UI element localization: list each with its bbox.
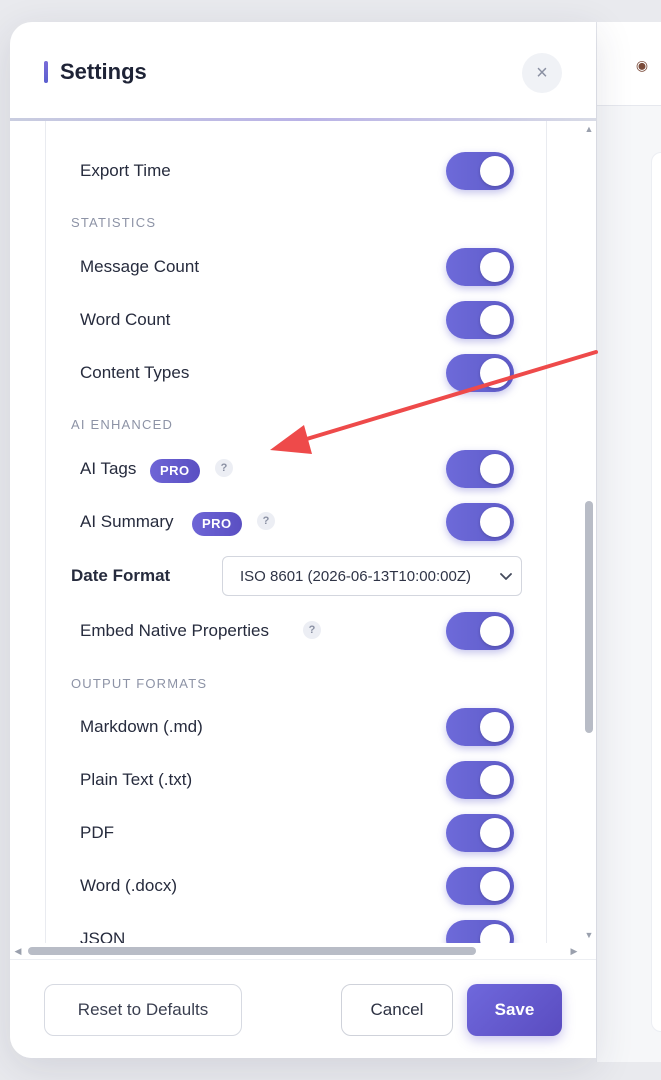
toggle-knob [480, 252, 510, 282]
save-button[interactable]: Save [467, 984, 562, 1036]
markdown-toggle[interactable] [446, 708, 514, 746]
section-header-output-formats: OUTPUT FORMATS [71, 676, 208, 691]
section-header-ai-enhanced: AI ENHANCED [71, 417, 174, 432]
horizontal-scroll-thumb[interactable] [28, 947, 476, 955]
scroll-left-arrow-icon[interactable]: ◀ [13, 946, 23, 956]
toggle-knob [480, 712, 510, 742]
setting-row-ai-summary: AI Summary PRO ? [46, 502, 548, 542]
vertical-scrollbar[interactable]: ▲ ▼ [582, 121, 596, 943]
setting-label: AI Summary [80, 512, 174, 531]
setting-row-json: JSON [46, 919, 548, 943]
pdf-toggle[interactable] [446, 814, 514, 852]
message-count-toggle[interactable] [446, 248, 514, 286]
ai-summary-toggle[interactable] [446, 503, 514, 541]
date-format-value: ISO 8601 (2026-06-13T10:00:00Z) [240, 568, 471, 585]
title-accent-bar [44, 61, 48, 83]
modal-footer: Reset to Defaults Cancel Save [10, 959, 596, 1058]
setting-row-content-types: Content Types [46, 353, 548, 393]
toggle-knob [480, 765, 510, 795]
setting-row-word: Word (.docx) [46, 866, 548, 906]
date-format-select[interactable]: ISO 8601 (2026-06-13T10:00:00Z) [222, 556, 522, 596]
setting-label: Word Count [80, 310, 171, 329]
settings-scroll-area[interactable]: Export Time STATISTICS Message Count Wor… [10, 121, 596, 943]
setting-label: Export Time [80, 161, 171, 180]
toggle-knob [480, 358, 510, 388]
setting-label: Content Types [80, 363, 190, 382]
toggle-knob [480, 616, 510, 646]
setting-label: JSON [80, 929, 126, 943]
setting-label: Plain Text (.txt) [80, 770, 193, 789]
export-time-toggle[interactable] [446, 152, 514, 190]
pro-badge: PRO [192, 512, 242, 536]
reset-to-defaults-button[interactable]: Reset to Defaults [44, 984, 242, 1036]
setting-row-pdf: PDF [46, 813, 548, 853]
settings-modal: Settings × Export Time STATISTICS Messag… [10, 22, 596, 1058]
word-count-toggle[interactable] [446, 301, 514, 339]
toggle-knob [480, 818, 510, 848]
setting-row-embed-native: Embed Native Properties ? [46, 611, 548, 651]
cancel-button[interactable]: Cancel [341, 984, 453, 1036]
help-icon[interactable]: ? [257, 512, 275, 530]
content-types-toggle[interactable] [446, 354, 514, 392]
chevron-down-icon [500, 573, 512, 580]
setting-label: Markdown (.md) [80, 717, 203, 736]
embed-native-toggle[interactable] [446, 612, 514, 650]
setting-row-message-count: Message Count [46, 247, 548, 287]
word-toggle[interactable] [446, 867, 514, 905]
pro-badge: PRO [150, 459, 200, 483]
toggle-knob [480, 871, 510, 901]
setting-row-ai-tags: AI Tags PRO ? [46, 449, 548, 489]
setting-row-date-format: Date Format ISO 8601 (2026-06-13T10:00:0… [46, 556, 548, 596]
modal-header: Settings × [10, 22, 596, 120]
scroll-up-arrow-icon[interactable]: ▲ [584, 124, 594, 134]
toggle-knob [480, 924, 510, 943]
toggle-knob [480, 305, 510, 335]
toggle-knob [480, 454, 510, 484]
background-card [651, 152, 661, 1032]
scroll-right-arrow-icon[interactable]: ▶ [569, 946, 579, 956]
setting-row-export-time: Export Time [46, 151, 548, 191]
plain-text-toggle[interactable] [446, 761, 514, 799]
toggle-knob [480, 156, 510, 186]
setting-row-markdown: Markdown (.md) [46, 707, 548, 747]
json-toggle[interactable] [446, 920, 514, 943]
toggle-knob [480, 507, 510, 537]
setting-label: Embed Native Properties [80, 621, 269, 640]
setting-row-word-count: Word Count [46, 300, 548, 340]
modal-title: Settings [60, 59, 147, 84]
section-header-statistics: STATISTICS [71, 215, 157, 230]
help-icon[interactable]: ? [215, 459, 233, 477]
background-app-panel: ◉ [596, 22, 661, 1062]
setting-label: Message Count [80, 257, 200, 276]
eye-icon[interactable]: ◉ [633, 56, 651, 74]
setting-row-plain-text: Plain Text (.txt) [46, 760, 548, 800]
background-topbar: ◉ [597, 22, 661, 106]
date-format-label: Date Format [71, 566, 171, 585]
scroll-down-arrow-icon[interactable]: ▼ [584, 930, 594, 940]
close-button[interactable]: × [522, 53, 562, 93]
ai-tags-toggle[interactable] [446, 450, 514, 488]
setting-label: Word (.docx) [80, 876, 177, 895]
setting-label: AI Tags [80, 459, 137, 478]
setting-label: PDF [80, 823, 114, 842]
settings-content: Export Time STATISTICS Message Count Wor… [45, 121, 547, 943]
vertical-scroll-thumb[interactable] [585, 501, 593, 733]
horizontal-scrollbar[interactable]: ◀ ▶ [10, 943, 582, 959]
help-icon[interactable]: ? [303, 621, 321, 639]
